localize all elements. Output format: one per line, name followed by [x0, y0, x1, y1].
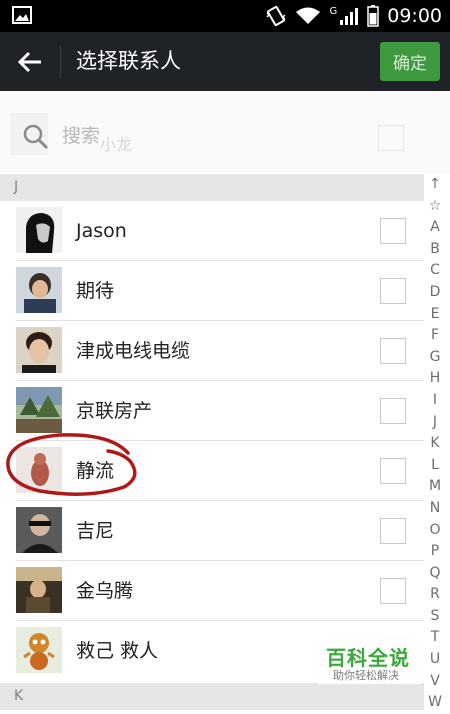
contact-name: 静流: [76, 460, 115, 482]
index-letter[interactable]: A: [424, 217, 446, 239]
index-letter[interactable]: H: [424, 368, 446, 390]
contact-row[interactable]: 津成电线电缆: [0, 321, 424, 381]
index-letter[interactable]: G: [424, 347, 446, 369]
index-letter[interactable]: ☆: [424, 196, 446, 218]
ghost-checkbox: [378, 125, 404, 151]
index-letter[interactable]: N: [424, 498, 446, 520]
signal-icon: [340, 8, 359, 25]
index-letter[interactable]: D: [424, 282, 446, 304]
index-letter[interactable]: R: [424, 584, 446, 606]
contact-name: 金乌腾: [76, 580, 134, 602]
index-letter[interactable]: K: [424, 433, 446, 455]
contact-row[interactable]: 期待: [0, 261, 424, 321]
index-letter[interactable]: F: [424, 325, 446, 347]
index-letter[interactable]: C: [424, 260, 446, 282]
avatar: [16, 267, 62, 313]
contact-name: 期待: [76, 280, 115, 302]
contact-name: 津成电线电缆: [76, 340, 191, 362]
avatar: [16, 447, 62, 493]
watermark-subtitle: 助你轻松解决: [333, 669, 399, 682]
avatar: [16, 627, 62, 673]
wifi-icon: [296, 7, 321, 24]
index-letter[interactable]: J: [424, 412, 446, 434]
search-input[interactable]: 小龙 搜索: [10, 113, 430, 159]
arrow-left-icon[interactable]: [14, 46, 46, 78]
contact-checkbox[interactable]: [380, 518, 406, 544]
index-letter[interactable]: U: [424, 649, 446, 671]
index-letter[interactable]: Q: [424, 563, 446, 585]
contact-row[interactable]: Jason: [0, 201, 424, 261]
ghost-contact-name: 小龙: [100, 135, 133, 154]
contact-row[interactable]: 静流: [0, 441, 424, 501]
action-bar-divider: [60, 45, 61, 79]
contact-name: Jason: [76, 220, 127, 242]
alphabet-index[interactable]: ↑ ☆ A B C D E F G H I J K L M N O P Q R S T U V W: [424, 174, 446, 711]
status-bar: G 09:00: [0, 0, 450, 32]
contact-name: 救己 救人: [76, 640, 159, 662]
avatar: [16, 567, 62, 613]
contact-name: 吉尼: [76, 520, 115, 542]
index-letter[interactable]: B: [424, 239, 446, 261]
action-bar: 选择联系人 确定: [0, 32, 450, 91]
index-letter[interactable]: E: [424, 304, 446, 326]
image-icon: [12, 6, 32, 24]
contact-list: Jason 期待 津成电线电缆 京联房产 静流 吉尼 金乌腾 救己 救人: [0, 201, 424, 681]
index-letter[interactable]: L: [424, 455, 446, 477]
index-letter[interactable]: S: [424, 606, 446, 628]
battery-icon: [367, 5, 379, 27]
vibrate-icon: [266, 5, 287, 27]
contact-checkbox[interactable]: [380, 338, 406, 364]
contact-checkbox[interactable]: [380, 398, 406, 424]
index-letter[interactable]: P: [424, 541, 446, 563]
search-icon: [23, 124, 49, 150]
avatar: [16, 507, 62, 553]
avatar: [16, 387, 62, 433]
contact-checkbox[interactable]: [380, 218, 406, 244]
search-area: 小龙 搜索: [0, 91, 450, 173]
avatar: [16, 207, 62, 253]
watermark: 百科全说 助你轻松解决: [318, 638, 422, 684]
section-header-k: K: [0, 683, 424, 710]
contact-checkbox[interactable]: [380, 458, 406, 484]
avatar: [16, 327, 62, 373]
clock: 09:00: [387, 5, 442, 27]
confirm-button[interactable]: 确定: [380, 42, 440, 81]
search-placeholder: 搜索: [62, 125, 101, 147]
index-letter[interactable]: M: [424, 476, 446, 498]
index-letter[interactable]: ↑: [424, 174, 446, 196]
contact-checkbox[interactable]: [380, 578, 406, 604]
contact-checkbox[interactable]: [380, 278, 406, 304]
signal-type-label: G: [329, 5, 338, 17]
section-header-j: J: [0, 174, 424, 201]
contact-name: 京联房产: [76, 400, 153, 422]
page-title: 选择联系人: [76, 49, 181, 73]
index-letter[interactable]: T: [424, 627, 446, 649]
contact-row[interactable]: 金乌腾: [0, 561, 424, 621]
index-letter[interactable]: I: [424, 390, 446, 412]
contact-row[interactable]: 吉尼: [0, 501, 424, 561]
index-letter[interactable]: O: [424, 520, 446, 542]
index-letter[interactable]: V: [424, 671, 446, 693]
contact-row[interactable]: 京联房产: [0, 381, 424, 441]
